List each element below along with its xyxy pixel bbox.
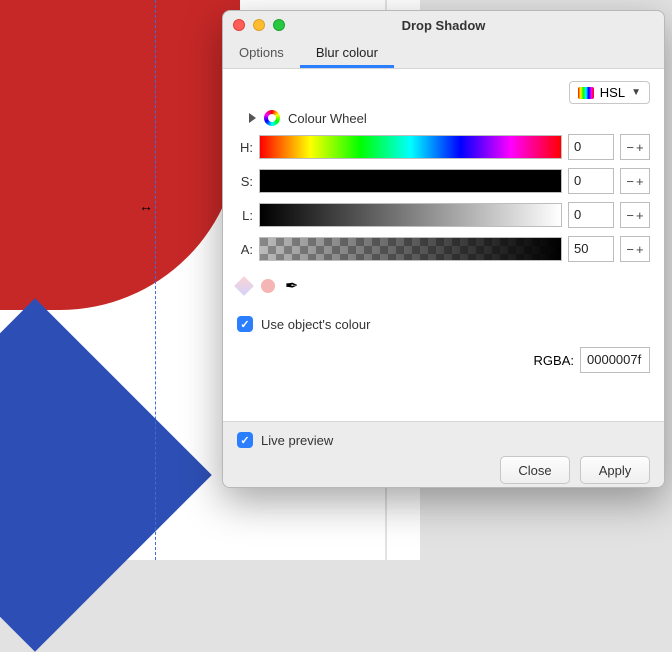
titlebar[interactable]: Drop Shadow — [223, 11, 664, 39]
minus-icon: − — [626, 140, 634, 155]
saturation-label: S: — [237, 174, 253, 189]
rgba-label: RGBA: — [534, 353, 574, 368]
colour-mode-label: HSL — [600, 85, 625, 100]
use-object-colour-row[interactable]: ✓ Use object's colour — [237, 316, 650, 332]
vertical-guide[interactable] — [155, 0, 156, 560]
saturation-stepper[interactable]: −+ — [620, 168, 650, 194]
minus-icon: − — [626, 174, 634, 189]
use-object-colour-label: Use object's colour — [261, 317, 370, 332]
lightness-slider[interactable] — [259, 203, 562, 227]
dialog-footer: ✓ Live preview Close Apply — [223, 421, 664, 488]
rgba-row: RGBA: 0000007f — [534, 347, 650, 373]
plus-icon: + — [636, 242, 644, 257]
hue-value[interactable]: 0 — [568, 134, 614, 160]
live-preview-row[interactable]: ✓ Live preview — [237, 432, 650, 448]
colour-wheel-toggle[interactable]: Colour Wheel — [249, 110, 650, 126]
colour-wheel-icon — [264, 110, 280, 126]
rgba-input[interactable]: 0000007f — [580, 347, 650, 373]
lightness-label: L: — [237, 208, 253, 223]
live-preview-label: Live preview — [261, 433, 333, 448]
eyedropper-icon[interactable]: ✒ — [285, 276, 298, 296]
swatch-cms-icon[interactable] — [234, 276, 254, 296]
live-preview-checkbox[interactable]: ✓ — [237, 432, 253, 448]
use-object-colour-checkbox[interactable]: ✓ — [237, 316, 253, 332]
plus-icon: + — [636, 174, 644, 189]
colour-mode-select[interactable]: HSL ▼ — [569, 81, 650, 104]
tab-blur-colour[interactable]: Blur colour — [300, 39, 394, 68]
disclosure-triangle-icon — [249, 113, 256, 123]
tab-bar: Options Blur colour — [223, 39, 664, 69]
alpha-stepper[interactable]: −+ — [620, 236, 650, 262]
chevron-down-icon: ▼ — [631, 87, 641, 98]
apply-button[interactable]: Apply — [580, 456, 650, 484]
saturation-slider[interactable] — [259, 169, 562, 193]
alpha-slider[interactable] — [259, 237, 562, 261]
saturation-value[interactable]: 0 — [568, 168, 614, 194]
plus-icon: + — [636, 208, 644, 223]
lightness-value[interactable]: 0 — [568, 202, 614, 228]
alpha-row: A: 50 −+ — [237, 236, 650, 262]
lightness-stepper[interactable]: −+ — [620, 202, 650, 228]
drop-shadow-dialog: Drop Shadow Options Blur colour HSL ▼ Co… — [222, 10, 665, 488]
plus-icon: + — [636, 140, 644, 155]
close-button[interactable]: Close — [500, 456, 570, 484]
swatch-out-of-gamut-icon[interactable] — [261, 279, 275, 293]
swatch-row: ✒ — [237, 276, 650, 296]
alpha-label: A: — [237, 242, 253, 257]
saturation-row: S: 0 −+ — [237, 168, 650, 194]
window-title: Drop Shadow — [223, 18, 664, 33]
minus-icon: − — [626, 242, 634, 257]
dialog-body: HSL ▼ Colour Wheel H: 0 −+ S: 0 −+ L: 0 … — [223, 69, 664, 421]
alpha-value[interactable]: 50 — [568, 236, 614, 262]
resize-cursor-icon: ↔ — [139, 198, 153, 214]
minus-icon: − — [626, 208, 634, 223]
colour-wheel-label: Colour Wheel — [288, 111, 367, 126]
tab-options[interactable]: Options — [223, 39, 300, 68]
hue-stepper[interactable]: −+ — [620, 134, 650, 160]
hue-label: H: — [237, 140, 253, 155]
hue-chip-icon — [578, 87, 594, 99]
lightness-row: L: 0 −+ — [237, 202, 650, 228]
hue-slider[interactable] — [259, 135, 562, 159]
hue-row: H: 0 −+ — [237, 134, 650, 160]
